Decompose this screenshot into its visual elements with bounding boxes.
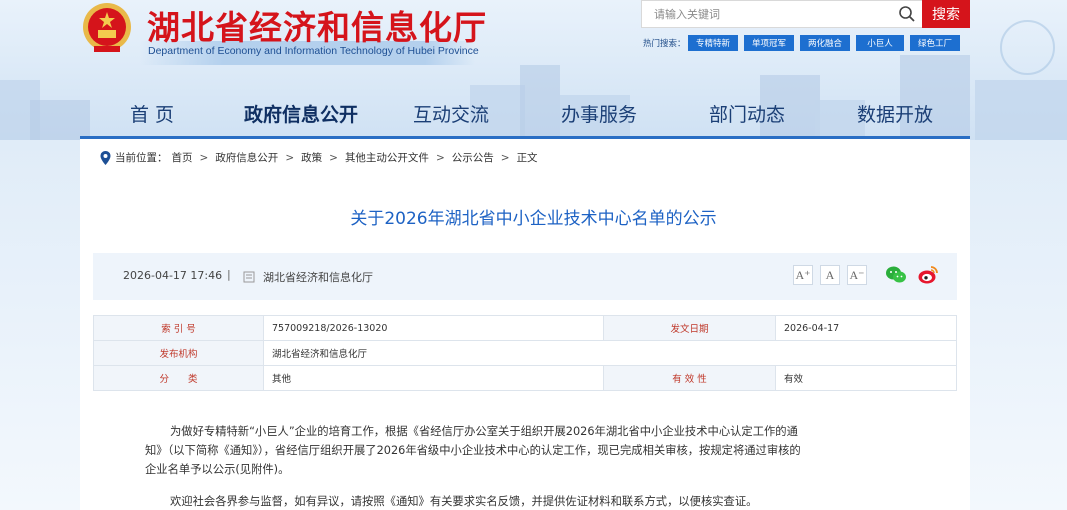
search-button[interactable]: 搜索 xyxy=(922,0,970,28)
meta-key: 有 效 性 xyxy=(603,365,776,391)
article-info-bar: 2026-04-17 17:46 | 湖北省经济和信息化厅 A⁺ A A⁻ xyxy=(93,253,957,300)
info-divider: | xyxy=(227,268,231,281)
meta-key: 索 引 号 xyxy=(93,315,264,341)
national-emblem-icon xyxy=(83,3,131,52)
article-paragraph: 知》（以下简称《通知》），省经信厅组织开展了2026年省级中小企业技术中心的认定… xyxy=(145,444,801,457)
breadcrumb: 当前位置： 首页 > 政府信息公开 > 政策 > 其他主动公开文件 > 公示公告… xyxy=(100,150,538,165)
table-row: 分 类 其他 有 效 性 有效 xyxy=(93,365,957,391)
breadcrumb-separator: > xyxy=(500,151,510,164)
breadcrumb-prefix: 当前位置： xyxy=(115,152,168,164)
hot-tag[interactable]: 单项冠军 xyxy=(744,35,794,51)
nav-open-data[interactable]: 数据开放 xyxy=(857,100,933,127)
publisher-name: 湖北省经济和信息化厅 xyxy=(263,271,373,284)
article-meta-table: 索 引 号 757009218/2026-13020 发文日期 2026-04-… xyxy=(93,315,957,391)
breadcrumb-separator: > xyxy=(285,151,295,164)
wechat-icon[interactable] xyxy=(885,265,907,285)
hot-tag[interactable]: 专精特新 xyxy=(688,35,738,51)
breadcrumb-separator: > xyxy=(329,151,338,164)
article-title: 关于2026年湖北省中小企业技术中心名单的公示 xyxy=(350,209,717,229)
breadcrumb-separator: > xyxy=(435,151,445,164)
article-paragraph: 欢迎社会各界参与监督，如有异议，请按照《通知》有关要求实名反馈，并提供佐证材料和… xyxy=(170,495,758,508)
font-increase-button[interactable]: A⁺ xyxy=(793,265,813,285)
weibo-icon[interactable] xyxy=(917,265,939,285)
font-default-button[interactable]: A xyxy=(820,265,840,285)
hot-tag[interactable]: 两化融合 xyxy=(800,35,850,51)
site-logo-subtitle: Department of Economy and Information Te… xyxy=(148,45,479,57)
nav-gov-info[interactable]: 政府信息公开 xyxy=(244,100,358,127)
breadcrumb-item[interactable]: 政府信息公开 xyxy=(215,150,278,165)
article-paragraph: 企业名单予以公示(见附件)。 xyxy=(145,463,290,476)
nav-home[interactable]: 首 页 xyxy=(130,100,174,127)
breadcrumb-current: 正文 xyxy=(516,152,538,164)
meta-value: 有效 xyxy=(775,365,957,391)
font-decrease-button[interactable]: A⁻ xyxy=(847,265,867,285)
search-icon[interactable] xyxy=(898,5,916,23)
breadcrumb-item[interactable]: 政策 xyxy=(301,150,322,165)
left-backdrop xyxy=(0,140,80,510)
location-pin-icon xyxy=(100,150,111,165)
meta-key: 发文日期 xyxy=(603,315,776,341)
meta-value: 其他 xyxy=(263,365,604,391)
meta-value: 2026-04-17 xyxy=(775,315,957,341)
publisher-icon xyxy=(243,271,255,283)
meta-key: 发布机构 xyxy=(93,340,264,366)
nav-services[interactable]: 办事服务 xyxy=(561,100,637,127)
breadcrumb-item[interactable]: 首页 xyxy=(172,150,193,165)
meta-value: 湖北省经济和信息化厅 xyxy=(263,340,957,366)
meta-value: 757009218/2026-13020 xyxy=(263,315,604,341)
nav-dept-news[interactable]: 部门动态 xyxy=(709,100,785,127)
right-backdrop xyxy=(970,140,1067,510)
table-row: 发布机构 湖北省经济和信息化厅 xyxy=(93,340,957,366)
breadcrumb-separator: > xyxy=(199,151,209,164)
nav-interaction[interactable]: 互动交流 xyxy=(413,100,489,127)
meta-key: 分 类 xyxy=(93,365,264,391)
table-row: 索 引 号 757009218/2026-13020 发文日期 2026-04-… xyxy=(93,315,957,341)
search-input[interactable] xyxy=(642,1,882,27)
breadcrumb-item[interactable]: 其他主动公开文件 xyxy=(345,150,429,165)
breadcrumb-item[interactable]: 公示公告 xyxy=(452,150,494,165)
publish-datetime: 2026-04-17 17:46 xyxy=(123,269,223,282)
hot-tag[interactable]: 绿色工厂 xyxy=(910,35,960,51)
hot-tag[interactable]: 小巨人 xyxy=(856,35,904,51)
site-logo-title[interactable]: 湖北省经济和信息化厅 xyxy=(147,1,487,49)
hot-search-label: 热门搜索： xyxy=(643,39,686,49)
article-paragraph: 为做好专精特新“小巨人”企业的培育工作，根据《省经信厅办公室关于组织开展2026… xyxy=(170,425,798,438)
search-box xyxy=(641,0,922,28)
